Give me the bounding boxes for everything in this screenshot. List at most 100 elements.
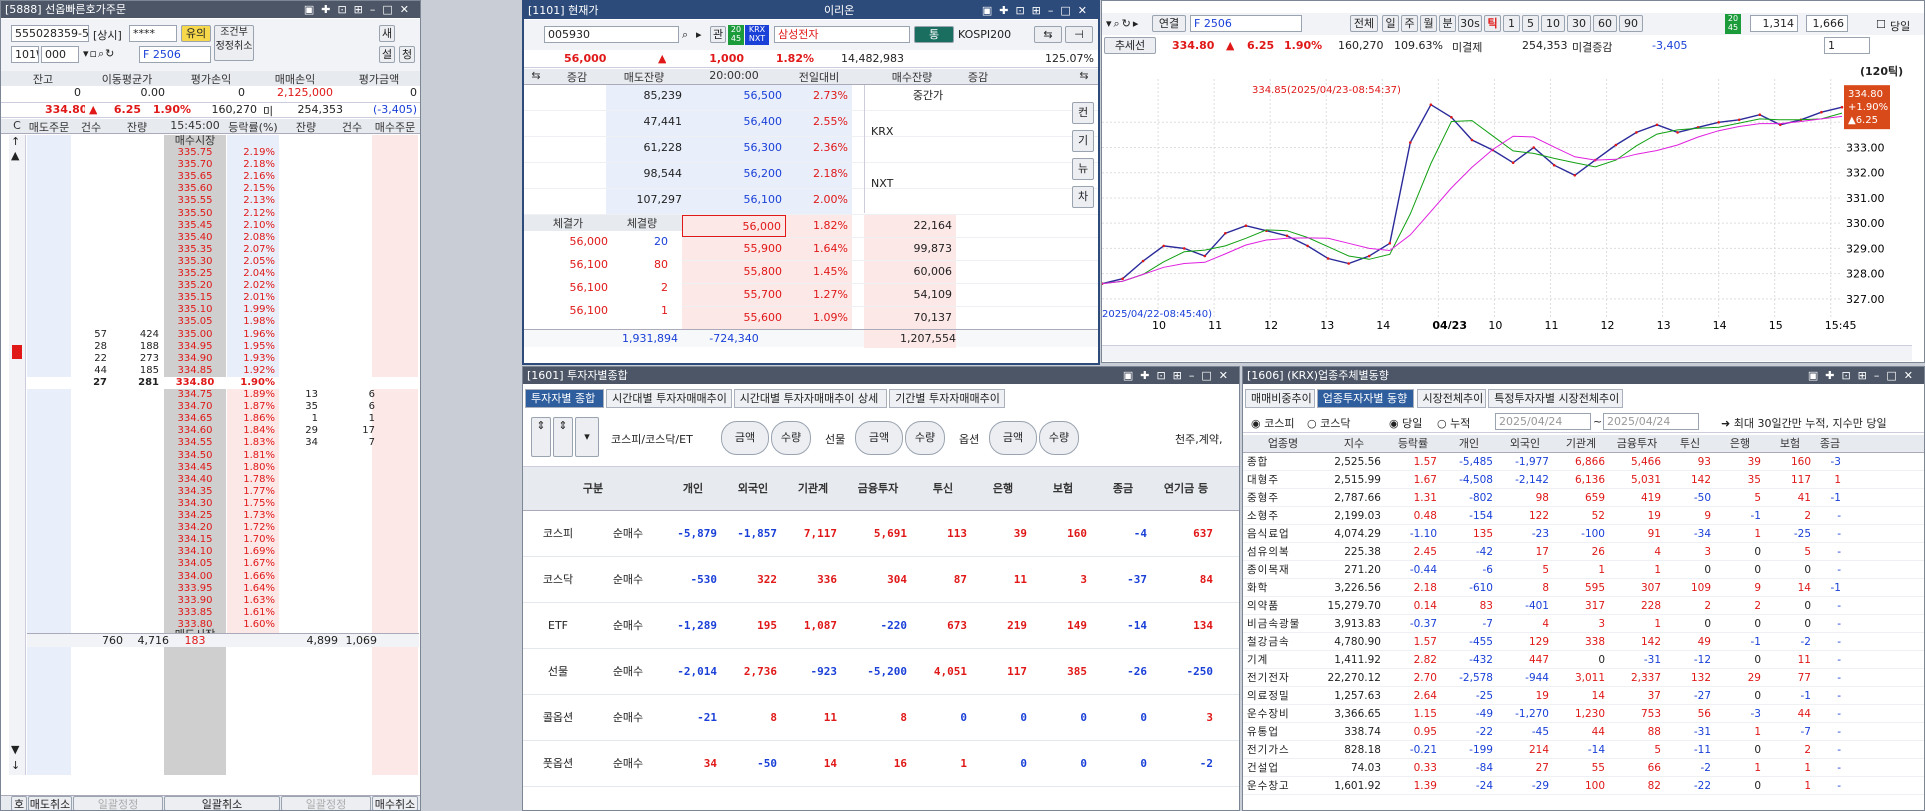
bid-price[interactable]: 334.75 xyxy=(164,389,226,401)
bid-price[interactable]: 334.40 xyxy=(164,474,226,486)
investor-row[interactable]: ETF 순매수 -1,289 195 1,087 -220 673 219 149 -14 134 xyxy=(523,603,1239,649)
ask-price[interactable]: 335.65 xyxy=(164,171,226,183)
bid-row[interactable]: 334.40 1.78% xyxy=(27,474,419,486)
sector-row[interactable]: 중형주 2,787.66 1.31 -802 98 659 419 -50 5 41 -1 xyxy=(1243,489,1924,507)
batch-cancel-button[interactable]: 일괄취소 xyxy=(164,796,280,810)
ask-row[interactable]: 335.25 2.04% xyxy=(27,268,419,280)
ask-row[interactable]: 335.10 1.99% xyxy=(27,304,419,316)
scroll-down-icon[interactable]: ▼ xyxy=(11,743,19,756)
ask-price[interactable]: 335.30 xyxy=(164,256,226,268)
sector-row[interactable]: 소형주 2,199.03 0.48 -154 122 52 19 9 -1 2 - xyxy=(1243,507,1924,525)
bid-price[interactable]: 334.30 xyxy=(164,498,226,510)
stock-ask-row[interactable]: 47,441 56,400 2.55% xyxy=(524,111,1098,137)
bid-row[interactable]: 334.45 1.80% xyxy=(27,462,419,474)
link-button[interactable]: 연결 xyxy=(1152,15,1186,32)
ask-row[interactable]: 335.35 2.07% xyxy=(27,244,419,256)
bid-row[interactable]: 333.95 1.64% xyxy=(27,583,419,595)
ask-price[interactable]: 335.05 xyxy=(164,316,226,328)
ask-price[interactable]: 335.40 xyxy=(164,232,226,244)
ask-price[interactable]: 56,200 xyxy=(682,163,786,188)
ask-row[interactable]: 27 281 334.80 1.90% xyxy=(27,376,419,389)
sector-row[interactable]: 의약품 15,279.70 0.14 83 -401 317 228 2 2 0 - xyxy=(1243,597,1924,615)
side-btn-con[interactable]: 컨 xyxy=(1072,102,1094,124)
period-tick-button[interactable]: 틱 xyxy=(1484,15,1501,32)
layout-button[interactable]: ⇆ xyxy=(1034,26,1062,43)
ask-row[interactable]: 335.65 2.16% xyxy=(27,171,419,183)
stock-ask-row[interactable]: 107,297 56,100 2.00% xyxy=(524,189,1098,215)
ask-price[interactable]: 335.45 xyxy=(164,220,226,232)
tab-sector[interactable]: 업종투자자별 동향 xyxy=(1316,389,1415,408)
bid-row[interactable]: 333.85 1.61% xyxy=(27,607,419,619)
bid-row[interactable]: 334.15 1.70% xyxy=(27,534,419,546)
ask-price[interactable]: 56,100 xyxy=(682,189,786,214)
period-button[interactable]: 주 xyxy=(1401,15,1418,32)
conditional-modify-button[interactable]: 조건부 정정취소 xyxy=(214,25,254,61)
bid-price[interactable]: 55,900 xyxy=(682,238,786,260)
investor-row[interactable]: 코스피 순매수 -5,879 -1,857 7,117 5,691 113 39 160 -4 63… xyxy=(523,511,1239,557)
bid-row[interactable]: 334.70 1.87% 35 6 xyxy=(27,401,419,413)
sector-row[interactable]: 운수창고 1,601.92 1.39 -24 -29 100 82 -22 0 1 - xyxy=(1243,777,1924,795)
window-controls[interactable]: ▣✚⊡⊞–□✕ xyxy=(304,1,416,18)
ask-price[interactable]: 56,500 xyxy=(682,85,786,110)
arrow-icon[interactable]: ▸ xyxy=(696,28,702,41)
ask-price[interactable]: 335.00 xyxy=(164,329,226,341)
stock-code-input[interactable]: 005930 xyxy=(544,26,679,43)
amount-toggle[interactable]: 금액 xyxy=(989,421,1037,455)
clear-button[interactable]: 청 xyxy=(399,46,415,63)
stock-ask-row[interactable]: 98,544 56,200 2.18% xyxy=(524,163,1098,189)
password-input[interactable]: **** xyxy=(129,25,177,42)
bid-price[interactable]: 334.45 xyxy=(164,462,226,474)
chart-page-select[interactable]: 1 xyxy=(1824,37,1870,54)
product-input[interactable]: F 2506 xyxy=(139,46,211,63)
period-button[interactable]: 30 xyxy=(1567,15,1591,32)
price-chart[interactable]: 334.00333.00332.00331.00330.00329.00328.… xyxy=(1102,79,1912,329)
tab-investor[interactable]: 기간별 투자자매매추이 xyxy=(889,389,1006,408)
settings-button[interactable]: 설 xyxy=(379,46,395,63)
chart-max-input[interactable]: 1,666 xyxy=(1806,15,1848,32)
promo-link[interactable]: 이리온 xyxy=(824,2,854,19)
qty-toggle[interactable]: 수량 xyxy=(771,421,811,455)
sector-row[interactable]: 음식료업 4,074.29 -1.10 135 -23 -100 91 -34 1 -25 - xyxy=(1243,525,1924,543)
ask-price[interactable]: 334.95 xyxy=(164,341,226,353)
ask-price[interactable]: 335.60 xyxy=(164,183,226,195)
refresh-icon[interactable]: ⇆ xyxy=(524,69,548,82)
bid-price[interactable]: 55,800 xyxy=(682,261,786,283)
ask-price[interactable]: 335.20 xyxy=(164,280,226,292)
list-toggle-icon[interactable]: ⇕ xyxy=(531,417,551,457)
ask-price[interactable]: 335.70 xyxy=(164,159,226,171)
bid-price[interactable]: 333.90 xyxy=(164,595,226,607)
investor-row[interactable]: 콜옵션 순매수 -21 8 11 8 0 0 0 0 3 xyxy=(523,695,1239,741)
sector-row[interactable]: 철강금속 4,780.90 1.57 -455 129 338 142 49 -1 -2 - xyxy=(1243,633,1924,651)
bid-row[interactable]: 334.55 1.83% 34 7 xyxy=(27,437,419,449)
qty-select[interactable]: 000 xyxy=(41,46,79,63)
trendline-button[interactable]: 추세선 xyxy=(1104,37,1156,54)
bid-row[interactable]: 334.10 1.69% xyxy=(27,546,419,558)
ask-row[interactable]: 335.40 2.08% xyxy=(27,232,419,244)
ask-row[interactable]: 335.15 2.01% xyxy=(27,292,419,304)
tab-sector[interactable]: 특정투자자별 시장전체추이 xyxy=(1488,389,1624,408)
ask-price[interactable]: 334.85 xyxy=(164,365,226,377)
bid-row[interactable]: 334.65 1.86% 1 1 xyxy=(27,413,419,425)
ask-price[interactable]: 335.35 xyxy=(164,244,226,256)
bid-price[interactable]: 334.65 xyxy=(164,413,226,425)
ask-row[interactable]: 335.50 2.12% xyxy=(27,208,419,220)
date-to-input[interactable]: 2025/04/24 xyxy=(1603,413,1699,430)
detail-toggle-icon[interactable]: ⇕ xyxy=(553,417,573,457)
period-button[interactable]: 10 xyxy=(1541,15,1565,32)
qty-toggle[interactable]: 수량 xyxy=(905,421,945,455)
bid-row[interactable]: 333.90 1.63% xyxy=(27,595,419,607)
sector-row[interactable]: 의료정밀 1,257.63 2.64 -25 19 14 37 -27 0 -1 - xyxy=(1243,687,1924,705)
ask-row[interactable]: 28 188 334.95 1.95% xyxy=(27,341,419,353)
ask-row[interactable]: 335.05 1.98% xyxy=(27,316,419,328)
scroll-top-icon[interactable]: ↑ xyxy=(11,135,20,148)
stock-bid-row[interactable]: 55,800 1.45% 60,006 xyxy=(682,261,1098,284)
tab-investor[interactable]: 시간대별 투자자매매추이 상세 xyxy=(733,389,888,408)
bid-row[interactable]: 334.60 1.84% 29 17 xyxy=(27,425,419,437)
ask-row[interactable]: 57 424 335.00 1.96% xyxy=(27,329,419,341)
cancel-sell-button[interactable]: 매도취소 xyxy=(28,796,72,810)
sector-row[interactable]: 종합 2,525.56 1.57 -5,485 -1,977 6,866 5,466 93 39… xyxy=(1243,453,1924,471)
period-button[interactable]: 30s xyxy=(1458,15,1482,32)
bid-price[interactable]: 334.60 xyxy=(164,425,226,437)
sector-row[interactable]: 화학 3,226.56 2.18 -610 8 595 307 109 9 14 -1 xyxy=(1243,579,1924,597)
bid-price[interactable]: 334.20 xyxy=(164,522,226,534)
